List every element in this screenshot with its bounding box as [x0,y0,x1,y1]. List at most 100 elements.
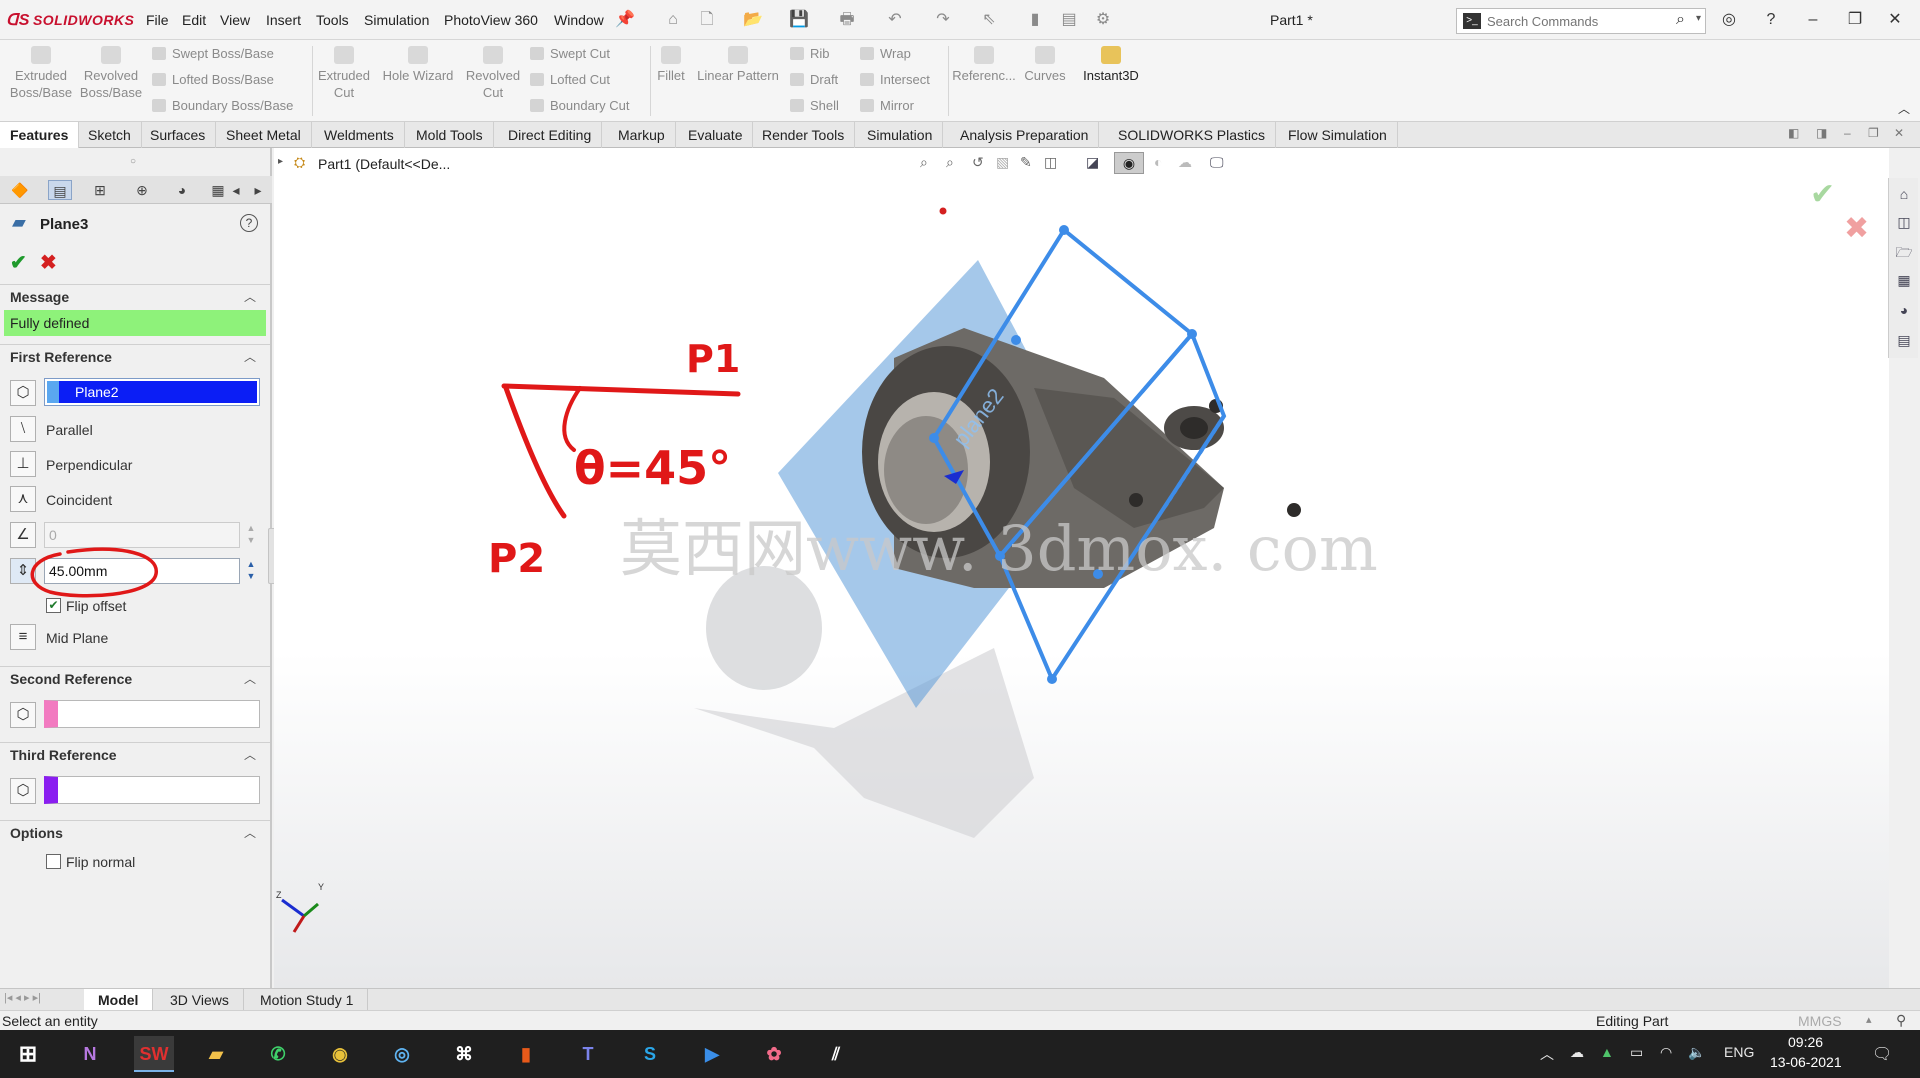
flip-offset-checkbox[interactable]: ✔ [46,598,61,613]
close-doc-icon[interactable]: ✕ [1894,126,1904,140]
restore-doc-icon[interactable]: ❐ [1868,126,1879,140]
unit-system[interactable]: MMGS [1798,1013,1842,1029]
tab-motion-study[interactable]: Motion Study 1 [246,989,369,1011]
tab-solidworks-plastics[interactable]: SOLIDWORKS Plastics [1108,122,1277,148]
ok-check-icon[interactable]: ✔ [10,250,27,275]
swept-boss-button[interactable]: Swept Boss/Base [152,46,274,61]
tab-3d-views[interactable]: 3D Views [156,989,244,1011]
hole[interactable] [1180,417,1208,439]
scroll-right-icon[interactable]: ▸ [250,180,266,200]
whatsapp-icon[interactable]: ✆ [258,1036,298,1072]
tile-icon[interactable]: ◨ [1816,126,1827,140]
plane-handle[interactable] [929,433,939,443]
rebuild-icon[interactable]: ▮ [1024,10,1046,30]
close-button[interactable]: ✕ [1878,8,1912,32]
file-explorer-icon[interactable]: ▰ [196,1036,236,1072]
chevron-up-icon[interactable]: ▴ [1866,1013,1872,1026]
angle-spinner[interactable]: ▲ ▼ [242,522,260,548]
collapse-ribbon-icon[interactable]: ︿ [1898,100,1910,117]
clock-time[interactable]: 09:26 [1788,1034,1823,1050]
third-reference-header[interactable]: Third Reference ︿ [0,742,270,766]
plane-handle[interactable] [1059,225,1069,235]
wifi-icon[interactable]: ◠ [1660,1044,1672,1061]
tab-sketch[interactable]: Sketch [78,122,142,148]
first-reference-value[interactable]: Plane2 [47,381,257,403]
options-gear-icon[interactable]: ⚙ [1092,10,1114,30]
mid-plane-icon[interactable]: ≡ [10,624,36,650]
mid-plane-label[interactable]: Mid Plane [46,630,108,646]
menu-simulation[interactable]: Simulation [364,12,429,28]
menu-edit[interactable]: Edit [182,12,206,28]
parallel-label[interactable]: Parallel [46,422,93,438]
app-icon[interactable]: ⫽ [816,1036,856,1072]
flip-normal-checkbox[interactable] [46,854,61,869]
dimxpert-tab-icon[interactable]: ⊕ [130,180,154,200]
language-indicator[interactable]: ENG [1724,1044,1754,1060]
tab-analysis-preparation[interactable]: Analysis Preparation [950,122,1100,148]
hole[interactable] [1129,493,1143,507]
mirror-button[interactable]: Mirror [860,98,914,113]
custom-properties-icon[interactable]: ▤ [1892,328,1916,352]
pin-icon[interactable]: 📌 [614,10,636,30]
collapse-chevron-icon[interactable]: ︿ [244,743,256,767]
model-viewport[interactable]: plane2 P1 θ=45° P2 莫西网www. 3dmox. com Z … [274,148,1889,988]
cam-tab-icon[interactable]: ▦ [206,180,230,200]
photos-icon[interactable]: ✿ [754,1036,794,1072]
coincident-label[interactable]: Coincident [46,492,112,508]
collapse-chevron-icon[interactable]: ︿ [244,345,256,369]
featuremanager-tab-icon[interactable]: 🔶 [8,180,32,200]
offset-spinner[interactable]: ▲ ▼ [242,558,260,584]
help-icon[interactable]: ? [1760,10,1782,30]
clock-date[interactable]: 13-06-2021 [1770,1054,1842,1070]
perpendicular-icon[interactable]: ⊥ [10,451,36,477]
lofted-boss-button[interactable]: Lofted Boss/Base [152,72,274,87]
confirm-ok-icon[interactable]: ✔ [1810,177,1835,212]
chevron-down-icon[interactable]: ▾ [1696,13,1701,24]
splitter-handle[interactable]: ○ [130,156,136,167]
first-reference-header[interactable]: First Reference ︿ [0,344,270,368]
movies-icon[interactable]: ▶ [692,1036,732,1072]
plane-handle[interactable] [1187,329,1197,339]
menu-insert[interactable]: Insert [266,12,301,28]
scroll-left-icon[interactable]: ◂ [228,180,244,200]
appearances-icon[interactable]: ◕ [1892,298,1916,322]
solidworks-logo[interactable]: ᗡS SOLIDWORKS [6,10,134,30]
save-icon[interactable]: 💾 [788,10,810,30]
solidworks-resources-icon[interactable]: ⌂ [1892,182,1916,206]
tab-model[interactable]: Model [84,989,154,1011]
second-reference-selection-box[interactable] [44,700,260,728]
shell-button[interactable]: Shell [790,98,839,113]
print-icon[interactable]: 🖶 [836,10,858,30]
teams-icon[interactable]: T [568,1036,608,1072]
lofted-cut-button[interactable]: Lofted Cut [530,72,610,87]
revolved-boss-button[interactable]: Revolved Boss/Base [78,46,144,101]
tab-sheet-metal[interactable]: Sheet Metal [216,122,312,148]
linear-pattern-button[interactable]: Linear Pattern [692,46,784,84]
select-icon[interactable]: ⇖ [978,10,1000,30]
home-icon[interactable]: ⌂ [662,10,684,30]
tab-mold-tools[interactable]: Mold Tools [406,122,494,148]
browser-icon[interactable]: ◎ [382,1036,422,1072]
coincident-icon[interactable]: ⋏ [10,486,36,512]
tab-markup[interactable]: Markup [608,122,676,148]
customize-status-icon[interactable]: ⚲ [1896,1012,1906,1029]
curves-button[interactable]: Curves [1020,46,1070,84]
rib-button[interactable]: Rib [790,46,830,61]
tab-weldments[interactable]: Weldments [314,122,405,148]
windows-start-icon[interactable]: ⊞ [8,1036,48,1072]
help-icon[interactable]: ? [240,214,258,232]
open-icon[interactable]: 📂 [742,10,764,30]
propertymanager-tab-icon[interactable]: ▤ [48,180,72,200]
tab-direct-editing[interactable]: Direct Editing [498,122,603,148]
office-icon[interactable]: ▮ [506,1036,546,1072]
user-account-icon[interactable]: ◎ [1718,10,1740,30]
first-reference-selection-box[interactable]: Plane2 [44,378,260,406]
wrap-button[interactable]: Wrap [860,46,911,61]
boundary-boss-button[interactable]: Boundary Boss/Base [152,98,293,113]
onenote-icon[interactable]: N [70,1036,110,1072]
revolved-cut-button[interactable]: Revolved Cut [462,46,524,101]
perpendicular-label[interactable]: Perpendicular [46,457,132,473]
boundary-cut-button[interactable]: Boundary Cut [530,98,630,113]
search-input[interactable] [1487,12,1657,30]
file-explorer-icon[interactable]: 🗁 [1892,240,1916,264]
